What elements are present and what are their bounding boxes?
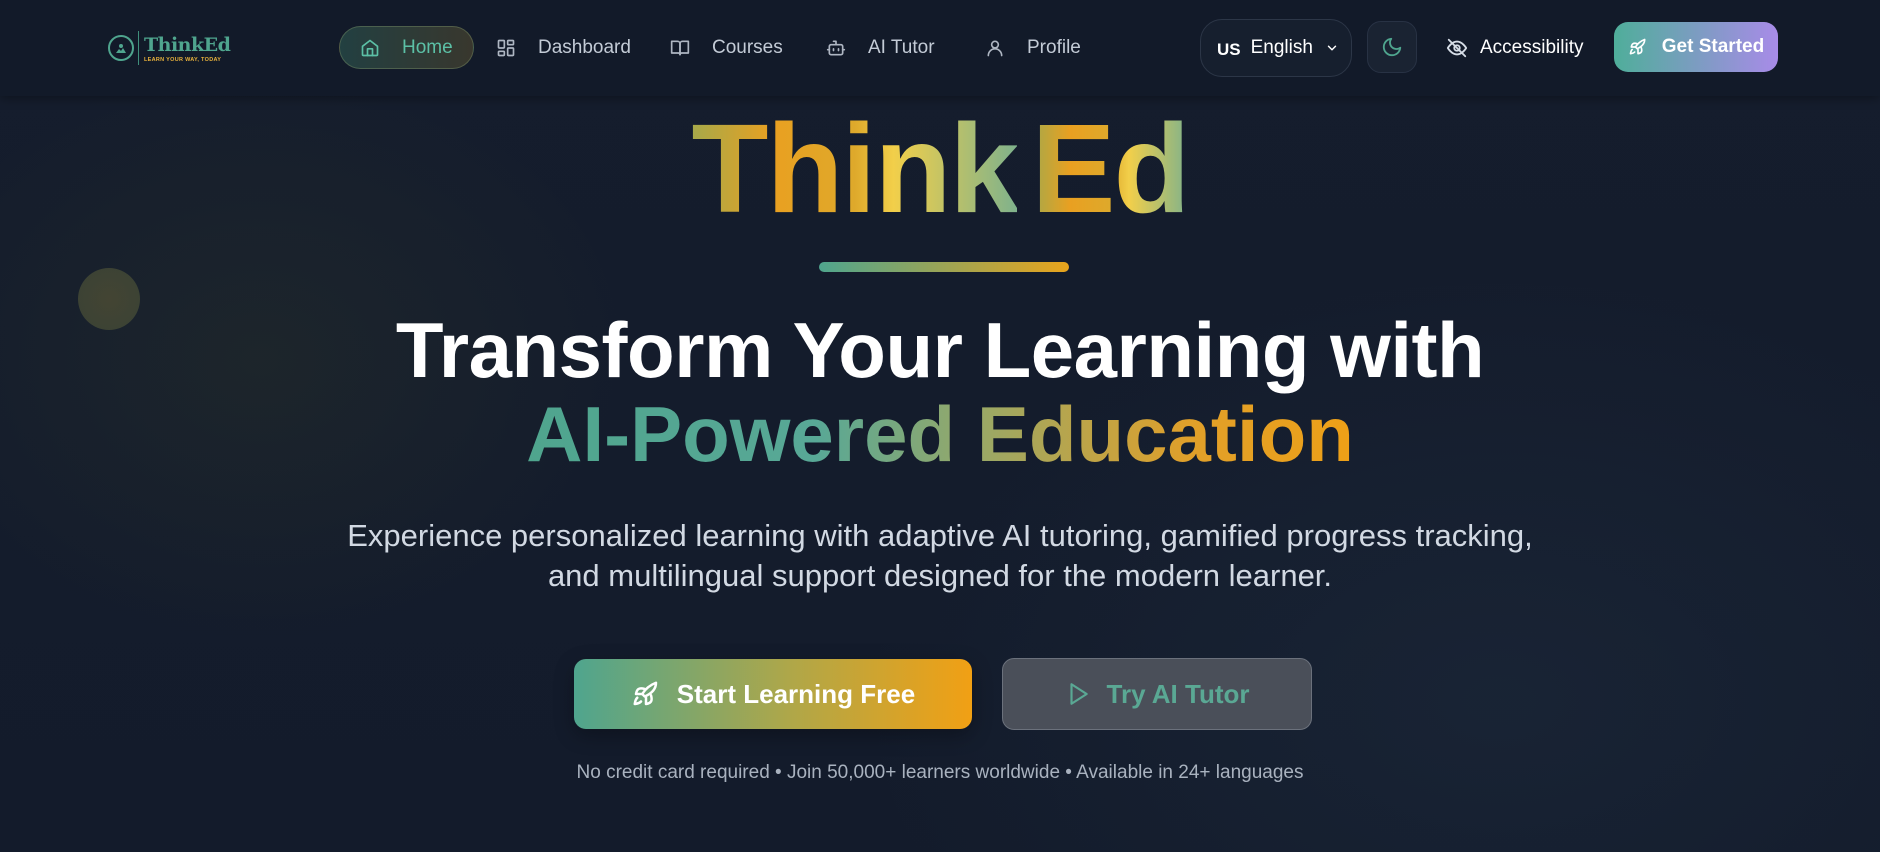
nav-item-label: Profile (1027, 36, 1081, 58)
moon-icon (1382, 37, 1402, 57)
accessibility-button[interactable]: Accessibility (1446, 26, 1583, 69)
brand-title-part2: Ed (1031, 98, 1190, 239)
logo[interactable]: ThinkEd LEARN YOUR WAY, TODAY (108, 28, 231, 68)
dashboard-icon (497, 39, 515, 56)
headline-line1: Transform Your Learning with (395, 306, 1485, 394)
nav-item-dashboard[interactable]: Dashboard (476, 26, 651, 69)
nav-item-label: Dashboard (538, 36, 631, 58)
nav-item-label: AI Tutor (868, 36, 935, 58)
bot-icon (826, 40, 846, 56)
rocket-icon (1629, 38, 1646, 55)
start-learning-button[interactable]: Start Learning Free (574, 659, 972, 729)
language-selector[interactable]: US English (1200, 19, 1352, 77)
play-icon (1069, 683, 1088, 705)
nav-item-profile[interactable]: Profile (965, 26, 1101, 69)
rocket-icon (633, 681, 658, 706)
logo-text: ThinkEd LEARN YOUR WAY, TODAY (144, 33, 231, 63)
flag-icon: US (1217, 40, 1241, 59)
nav-item-label: Home (402, 36, 453, 58)
get-started-button[interactable]: Get Started (1614, 22, 1778, 72)
user-icon (987, 40, 1003, 56)
home-icon (361, 39, 379, 56)
theme-toggle-button[interactable] (1367, 21, 1417, 73)
accessibility-label: Accessibility (1480, 36, 1584, 58)
logo-name: ThinkEd (144, 33, 231, 56)
nav-item-ai-tutor[interactable]: AI Tutor (806, 26, 955, 69)
try-ai-tutor-label: Try AI Tutor (1106, 678, 1250, 709)
nav-item-label: Courses (712, 36, 783, 58)
logo-mark-icon (108, 35, 134, 61)
headline-line2: AI-Powered Education (0, 391, 1880, 477)
brand-title-part1: Think (691, 98, 1020, 239)
headline-gradient-text: AI-Powered Education (526, 390, 1354, 478)
nav-item-courses[interactable]: Courses (650, 26, 803, 69)
get-started-label: Get Started (1661, 36, 1765, 57)
hero-footnote: No credit card required • Join 50,000+ l… (576, 762, 1304, 783)
eye-off-icon (1446, 38, 1468, 57)
start-learning-label: Start Learning Free (676, 678, 916, 709)
language-label: English (1250, 37, 1313, 58)
top-navbar: ThinkEd LEARN YOUR WAY, TODAY Home Dashb… (0, 0, 1880, 96)
brand-underline (819, 262, 1069, 272)
try-ai-tutor-button[interactable]: Try AI Tutor (1002, 658, 1312, 730)
book-icon (670, 40, 690, 56)
chevron-down-icon (1327, 45, 1337, 51)
nav-item-home[interactable]: Home (339, 26, 474, 69)
hero-subtext: Experience personalized learning with ad… (347, 518, 1533, 593)
logo-divider (138, 31, 139, 65)
logo-tagline: LEARN YOUR WAY, TODAY (144, 56, 222, 63)
brand-title: Think Ed (0, 104, 1880, 234)
